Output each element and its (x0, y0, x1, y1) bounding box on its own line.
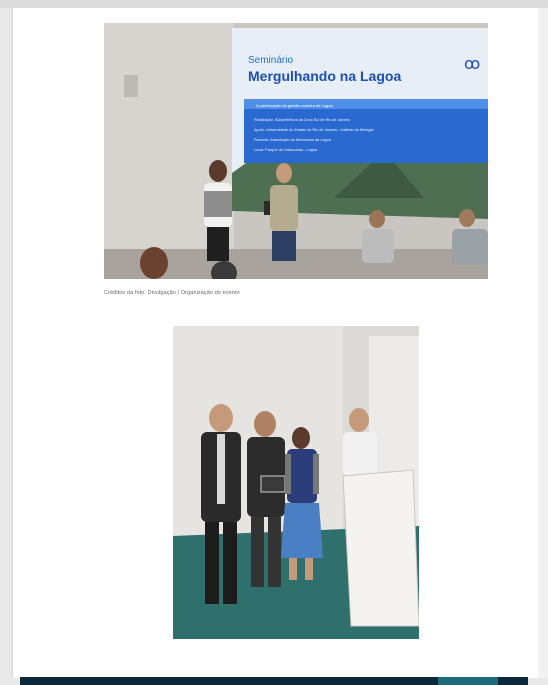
article-page: Seminário Mergulhando na Lagoa ꝏ A parti… (12, 8, 540, 678)
browser-top-strip (0, 0, 548, 8)
seminar-photo[interactable]: Seminário Mergulhando na Lagoa ꝏ A parti… (104, 23, 488, 279)
slide-logo: ꝏ (464, 54, 480, 73)
footer-banner (20, 677, 528, 685)
slide-line-3: Parceria: Associação de Moradores da Lag… (254, 138, 332, 142)
page-scrollbar[interactable] (538, 8, 548, 678)
seminar-photo-illustration: Seminário Mergulhando na Lagoa ꝏ A parti… (104, 23, 488, 279)
photo-caption: Créditos da foto: Divulgação / Organizaç… (104, 290, 240, 296)
slide-line-1: Realização: Subprefeitura da Zona Sul de… (254, 118, 350, 122)
slide-line-4: Local: Parque da Catacumba - Lagoa (254, 148, 318, 152)
footer-banner-accent (438, 677, 498, 685)
slide-small-title: Seminário (248, 55, 293, 66)
slide-large-title: Mergulhando na Lagoa (248, 68, 401, 84)
award-photo[interactable] (173, 326, 419, 639)
award-photo-illustration (173, 326, 419, 639)
slide-subtitle: A participação da gestão costeira de Lag… (256, 103, 333, 108)
slide-line-2: Apoio: Universidade do Estado do Rio de … (254, 128, 374, 132)
